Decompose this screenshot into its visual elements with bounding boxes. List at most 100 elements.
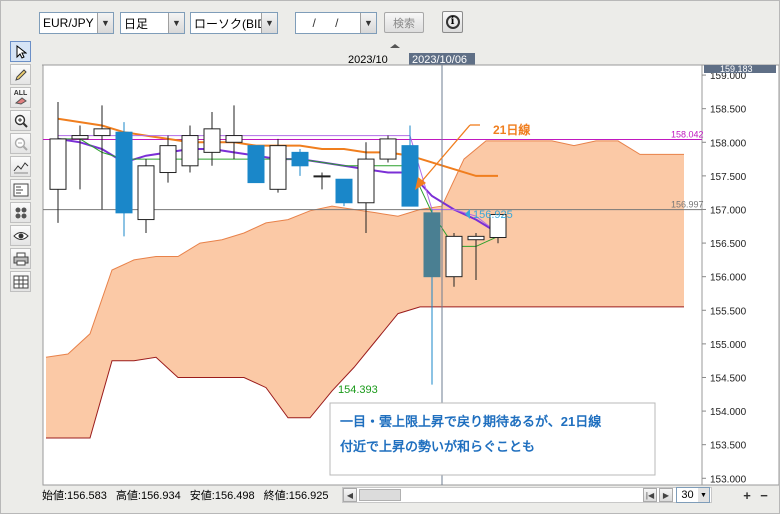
candle-body-5 [159,145,177,174]
indicator-icon [13,161,28,173]
low-price-label: 154.393 [338,384,378,396]
clear-all-icon: ALL [14,90,28,105]
candle-body-15 [379,138,397,160]
current-price-label: 156.925 [473,209,513,221]
annotation-line-1: 一目・雲上限上昇で戻り期待あるが、21日線 [340,414,602,429]
cursor-icon [16,44,27,59]
y-tick-label-5: 156.500 [710,239,747,250]
timeframe-select[interactable]: 日足 ▼ [120,12,185,34]
scroll-first-icon[interactable]: |◀ [643,488,657,502]
search-button[interactable]: 検索 [384,12,424,33]
view-tool[interactable] [10,225,31,246]
candle-body-12 [313,175,331,178]
top-price-label: 159.183 [720,64,753,74]
info-icon: i [445,15,460,29]
close-value: 終値:156.925 [263,490,329,502]
y-tick-label-4: 157.000 [710,205,747,216]
draw-tool[interactable] [10,64,31,85]
y-tick-label-10: 154.000 [710,407,747,418]
currency-pair-value: EUR/JPY [43,16,94,30]
table-tool[interactable] [10,271,31,292]
chevron-down-icon: ▼ [168,13,184,33]
candle-body-16 [401,145,419,207]
zoom-in-icon [14,114,28,128]
clear-all-label: ALL [13,90,28,97]
zoom-in-tool[interactable] [10,110,31,131]
tool-strip: ALL [10,41,32,294]
price-chart: 2023/10 2023/10/06 158.042156.997 159.00… [42,41,780,486]
eye-icon [12,231,29,240]
clear-all-tool[interactable]: ALL [10,87,31,108]
cursor-tool[interactable] [10,41,31,62]
y-tick-label-11: 153.500 [710,441,747,452]
high-value: 高値:156.934 [115,490,181,502]
date-select[interactable]: / / ▼ [295,12,377,34]
settings-tool[interactable] [10,202,31,223]
candle-body-0 [49,138,67,190]
zoom-plus-icon[interactable]: + [739,487,755,503]
chevron-down-icon: ▼ [360,13,376,33]
date-header-left: 2023/10 [348,54,388,66]
chevron-down-icon: ▼ [97,13,113,33]
zoom-minus-icon[interactable]: − [756,487,772,503]
print-icon [13,252,28,265]
candle-body-2 [93,128,111,137]
chart-area[interactable]: 2023/10 2023/10/06 158.042 156.997 159.00… [42,41,780,487]
date-cursor-label: 2023/10/06 [412,54,467,66]
y-tick-label-1: 158.500 [710,105,747,116]
chart-type-value: ローソク(BID) [194,16,261,31]
hline-label-0: 158.042 [671,129,704,139]
candle-body-13 [335,178,353,204]
status-bar: 始値:156.583 高値:156.934 安値:156.498 終値:156.… [42,487,779,503]
table-icon [13,275,28,288]
candle-body-17 [423,212,441,278]
chart-window: EUR/JPY ▼ 日足 ▼ ローソク(BID) ▼ / / ▼ 検索 i AL… [0,0,780,514]
candle-body-11 [291,151,309,167]
scroll-thumb[interactable] [359,489,401,501]
horizontal-scrollbar[interactable]: ◀ |◀ ▶ [342,487,712,503]
currency-pair-select[interactable]: EUR/JPY ▼ [39,12,114,34]
candle-body-10 [269,145,287,190]
candle-body-4 [137,165,155,221]
zoom-out-tool[interactable] [10,133,31,154]
ohlc-readout: 始値:156.583 高値:156.934 安値:156.498 終値:156.… [42,487,346,503]
y-tick-label-8: 155.000 [710,340,747,351]
chart-type-select[interactable]: ローソク(BID) ▼ [190,12,278,34]
candle-body-7 [203,128,221,153]
price-scale-tool[interactable] [10,179,31,200]
candle-body-1 [71,135,89,140]
ma21-label: 21日線 [493,122,530,137]
candle-body-8 [225,135,243,143]
scroll-up-strip [42,41,779,53]
print-tool[interactable] [10,248,31,269]
candle-body-9 [247,145,265,184]
chevron-down-icon: ▼ [698,488,709,502]
price-scale-icon [13,183,28,196]
scroll-left-icon[interactable]: ◀ [343,488,357,502]
chevron-down-icon: ▼ [261,13,277,33]
candle-body-6 [181,135,199,167]
indicator-tool[interactable] [10,156,31,177]
candle-body-19 [467,235,485,241]
low-value: 安値:156.498 [189,490,255,502]
pencil-icon [14,68,27,81]
hline-label-1: 156.997 [671,200,704,210]
candle-body-3 [115,131,133,214]
y-tick-label-12: 153.000 [710,474,747,485]
info-button[interactable]: i [442,11,463,33]
bar-count-select[interactable]: 30 ▼ [676,487,710,503]
annotation-line-2: 付近で上昇の勢いが和らぐことも [340,439,535,454]
timeframe-value: 日足 [124,16,149,31]
candle-body-18 [445,235,463,278]
candle-body-14 [357,158,375,204]
date-value: / / [312,16,347,30]
settings-icon [15,207,26,218]
bar-count-value: 30 [681,489,694,501]
scroll-right-icon[interactable]: ▶ [659,488,673,502]
y-tick-label-2: 158.000 [710,138,747,149]
y-tick-label-9: 154.500 [710,373,747,384]
y-tick-label-7: 155.500 [710,306,747,317]
open-value: 始値:156.583 [42,490,107,502]
y-tick-label-3: 157.500 [710,172,747,183]
zoom-out-icon [14,137,28,151]
